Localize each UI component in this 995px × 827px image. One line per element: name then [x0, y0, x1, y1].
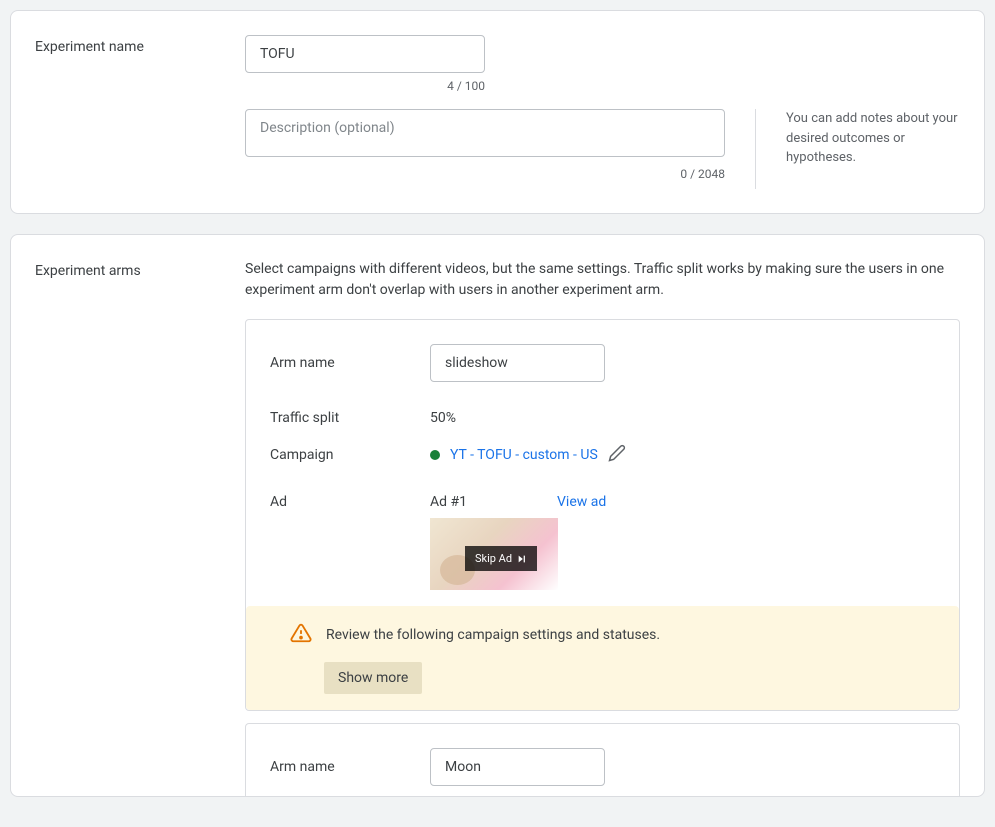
skip-ad-overlay: Skip Ad	[465, 546, 537, 571]
arm-card-1: Arm name Traffic split 50% Campaign YT -…	[245, 319, 960, 711]
ad-number: Ad #1	[430, 494, 467, 510]
arm-card-2: Arm name	[245, 723, 960, 796]
skip-forward-icon	[517, 554, 527, 564]
skip-ad-text: Skip Ad	[475, 552, 512, 565]
pencil-icon[interactable]	[608, 444, 626, 466]
campaign-link[interactable]: YT - TOFU - custom - US	[450, 447, 598, 463]
name-char-counter: 4 / 100	[245, 79, 485, 93]
warning-icon	[290, 622, 312, 648]
alert-text: Review the following campaign settings a…	[326, 627, 660, 643]
description-help-text: You can add notes about your desired out…	[786, 109, 960, 168]
arm-name-label: Arm name	[270, 355, 430, 371]
alert-box: Review the following campaign settings a…	[246, 606, 959, 710]
traffic-split-value: 50%	[430, 410, 935, 426]
vertical-divider	[755, 109, 756, 189]
experiment-arms-card: Experiment arms Select campaigns with di…	[10, 234, 985, 797]
arm-name-input[interactable]	[430, 748, 605, 786]
ad-thumbnail[interactable]: Skip Ad	[430, 518, 558, 590]
view-ad-link[interactable]: View ad	[557, 494, 606, 510]
description-char-counter: 0 / 2048	[245, 167, 725, 181]
arms-description: Select campaigns with different videos, …	[245, 259, 960, 301]
arm-name-label: Arm name	[270, 759, 430, 775]
experiment-arms-label: Experiment arms	[35, 259, 245, 279]
show-more-button[interactable]: Show more	[324, 662, 422, 694]
arm-name-input[interactable]	[430, 344, 605, 382]
ad-label: Ad	[270, 494, 430, 510]
experiment-name-input[interactable]	[245, 35, 485, 73]
experiment-name-card: Experiment name 4 / 100 0 / 2048 You can…	[10, 10, 985, 214]
campaign-label: Campaign	[270, 447, 430, 463]
status-dot-icon	[430, 450, 440, 460]
description-input[interactable]	[245, 109, 725, 157]
experiment-name-label: Experiment name	[35, 35, 245, 55]
traffic-split-label: Traffic split	[270, 410, 430, 426]
